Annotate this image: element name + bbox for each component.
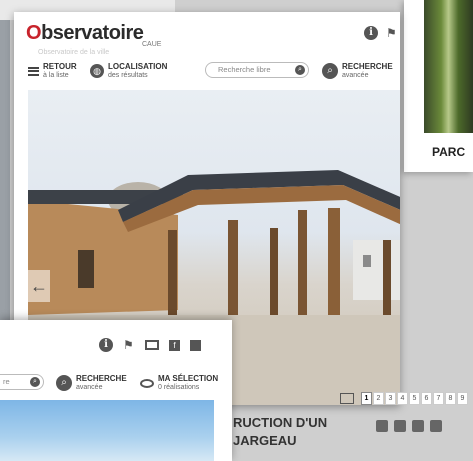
logo-tagline: Observatoire de la ville: [38, 49, 110, 56]
advanced-search-button[interactable]: ⌕ Recherche avancée: [56, 374, 127, 392]
search-icon: ⌕: [322, 63, 338, 79]
page-link-3[interactable]: 3: [385, 392, 396, 405]
list-icon: [28, 66, 39, 76]
twitter-icon[interactable]: [394, 420, 406, 432]
info-icon[interactable]: i: [99, 338, 113, 352]
sky-photo[interactable]: [0, 400, 214, 461]
background-window-right[interactable]: PARC: [404, 0, 473, 172]
search-icon[interactable]: ⌕: [295, 65, 305, 75]
page-link-8[interactable]: 8: [445, 392, 456, 405]
share-bar: [376, 420, 442, 432]
page-link-1[interactable]: 1: [361, 392, 372, 405]
eye-icon: [140, 378, 154, 388]
my-selection-button[interactable]: Ma sélection 0 réalisations: [140, 374, 218, 392]
toolbar: Retour à la liste ◍ Localisation des rés…: [14, 58, 400, 86]
right-window-title: PARC: [432, 145, 466, 159]
mail-icon[interactable]: [145, 340, 159, 350]
advanced-search-button[interactable]: ⌕ Recherche avancée: [322, 62, 393, 80]
search-input[interactable]: Recherche libre ⌕: [205, 62, 309, 78]
image-pager: 123456789: [340, 392, 468, 405]
previous-image-arrow[interactable]: ←: [28, 270, 50, 302]
front-window: i ⚑ f re ⌕ ⌕ Recherche avancée Ma sélect…: [0, 320, 232, 461]
page-link-4[interactable]: 4: [397, 392, 408, 405]
search-icon[interactable]: ⌕: [30, 377, 40, 387]
background-window-left: [0, 20, 10, 350]
facebook-icon[interactable]: f: [169, 339, 180, 351]
page-link-5[interactable]: 5: [409, 392, 420, 405]
flag-icon[interactable]: ⚑: [386, 26, 398, 40]
page-link-9[interactable]: 9: [457, 392, 468, 405]
park-photo: [424, 0, 473, 133]
page-link-7[interactable]: 7: [433, 392, 444, 405]
share-icon[interactable]: [190, 339, 201, 351]
image-icon: [340, 393, 354, 404]
logo-subtitle: CAUE: [142, 41, 162, 48]
logo[interactable]: Observatoire: [26, 22, 144, 45]
project-title: RUCTION D'UN JARGEAU: [233, 415, 328, 448]
flag-icon[interactable]: ⚑: [123, 338, 135, 352]
lock-icon[interactable]: [430, 420, 442, 432]
info-icon[interactable]: i: [364, 26, 378, 40]
globe-icon: ◍: [90, 64, 104, 78]
search-icon: ⌕: [56, 375, 72, 391]
back-to-list-button[interactable]: Retour à la liste: [28, 62, 77, 80]
page-link-6[interactable]: 6: [421, 392, 432, 405]
page-link-2[interactable]: 2: [373, 392, 384, 405]
mail-icon[interactable]: [412, 420, 424, 432]
locate-results-button[interactable]: ◍ Localisation des résultats: [90, 62, 167, 80]
search-input[interactable]: re ⌕: [0, 374, 44, 390]
print-icon[interactable]: [376, 420, 388, 432]
